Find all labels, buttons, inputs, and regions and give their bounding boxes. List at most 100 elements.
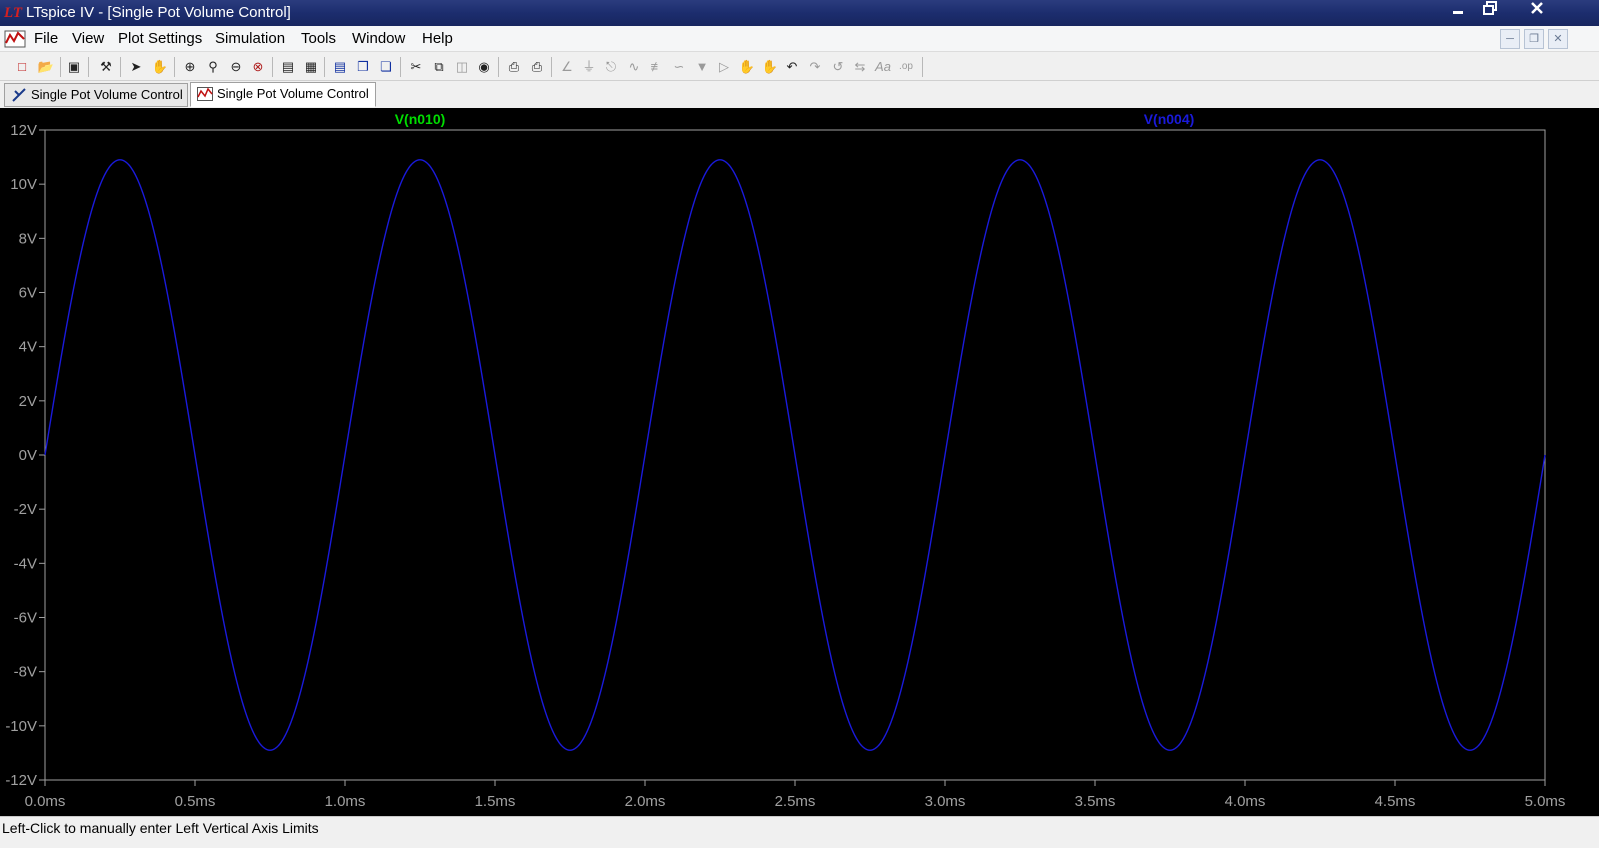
text-icon[interactable]: Aa (873, 57, 893, 77)
menu-window[interactable]: Window (352, 30, 405, 48)
tab-waveform[interactable]: Single Pot Volume Control (190, 82, 376, 107)
mdi-restore-icon[interactable]: ❐ (1524, 29, 1544, 49)
toolbar-separator (60, 57, 61, 77)
y-tick-label: 12V (10, 122, 37, 139)
mdi-close-icon[interactable]: ✕ (1548, 29, 1568, 49)
y-tick-label: 10V (10, 176, 37, 193)
x-tick-label: 2.5ms (775, 793, 816, 810)
x-tick-label: 1.5ms (475, 793, 516, 810)
menu-tools[interactable]: Tools (301, 30, 336, 48)
ground-icon[interactable]: ⏚ (579, 57, 599, 77)
spice-directive-icon[interactable]: .op (896, 57, 916, 77)
toolbar-separator (174, 57, 175, 77)
component-icon[interactable]: ▷ (714, 57, 734, 77)
diode-icon[interactable]: ▼ (692, 57, 712, 77)
redo-icon[interactable]: ↷ (805, 57, 825, 77)
y-tick-label: 4V (19, 339, 37, 356)
ltspice-logo-icon[interactable]: LT (4, 5, 22, 21)
menu-plot-settings[interactable]: Plot Settings (118, 30, 202, 48)
toolbar-separator (922, 57, 923, 77)
y-tick-label: 2V (19, 393, 37, 410)
open-icon[interactable]: 📂 (36, 57, 56, 77)
zoom-out-icon[interactable]: ⊖ (226, 57, 246, 77)
find-icon[interactable]: ◉ (474, 57, 494, 77)
y-tick-label: 0V (19, 447, 37, 464)
status-bar: Left-Click to manually enter Left Vertic… (0, 816, 1599, 848)
tab-schematic[interactable]: Single Pot Volume Control (4, 83, 188, 107)
tile-vertical-icon[interactable]: ❏ (376, 57, 396, 77)
inductor-icon[interactable]: ∽ (669, 57, 689, 77)
x-tick-label: 3.5ms (1075, 793, 1116, 810)
print-icon[interactable]: ⎙ (504, 57, 524, 77)
control-panel-icon[interactable]: ⚒ (96, 57, 116, 77)
y-tick-label: -12V (5, 772, 37, 789)
tile-horizontal-icon[interactable]: ▤ (330, 57, 350, 77)
wire-icon[interactable]: ∠ (557, 57, 577, 77)
waveform-plot[interactable]: 12V 10V 8V 6V 4V 2V 0V -2V -4V -6V -8V -10V -12V 0.0m… (0, 108, 1599, 816)
mirror-icon[interactable]: ⇆ (850, 57, 870, 77)
menu-view[interactable]: View (72, 30, 104, 48)
toolbar-separator (498, 57, 499, 77)
close-icon[interactable] (1516, 0, 1558, 22)
tab-label: Single Pot Volume Control (217, 86, 369, 101)
series-trace (44, 159, 1546, 751)
save-icon[interactable]: ▣ (64, 57, 84, 77)
toolbar-separator (272, 57, 273, 77)
resistor-icon[interactable]: ∿ (624, 57, 644, 77)
label-icon[interactable]: ⎋ (601, 57, 621, 77)
print-setup-icon[interactable]: ⎙ (527, 57, 547, 77)
title-bar: LT LTspice IV - [Single Pot Volume Contr… (0, 0, 1599, 26)
x-tick-label: 0.5ms (175, 793, 216, 810)
y-tick-label: -10V (5, 718, 37, 735)
waveform-icon (197, 87, 213, 101)
legend-label: V(n010) (395, 111, 446, 127)
halt-icon[interactable]: ✋ (150, 57, 170, 77)
menu-file[interactable]: File (34, 30, 58, 48)
toolbar-separator (88, 57, 89, 77)
y-tick-label: 6V (19, 285, 37, 302)
x-tick-label: 4.5ms (1375, 793, 1416, 810)
waveform-doc-icon[interactable] (4, 29, 26, 49)
y-tick-label: -6V (14, 610, 37, 627)
rotate-icon[interactable]: ↺ (828, 57, 848, 77)
copy-icon[interactable]: ⧉ (429, 57, 449, 77)
zoom-fit-icon[interactable]: ⊗ (248, 57, 268, 77)
zoom-in-icon[interactable]: ⊕ (180, 57, 200, 77)
toolbar-separator (551, 57, 552, 77)
x-tick-label: 3.0ms (925, 793, 966, 810)
cascade-icon[interactable]: ❐ (353, 57, 373, 77)
drag-icon[interactable]: ✋ (760, 57, 780, 77)
plot-canvas[interactable]: 12V 10V 8V 6V 4V 2V 0V -2V -4V -6V -8V -10V -12V 0.0m… (0, 108, 1599, 816)
new-schematic-icon[interactable]: □ (12, 57, 32, 77)
cursor-icon[interactable]: ▦ (301, 57, 321, 77)
run-icon[interactable]: ➤ (126, 57, 146, 77)
x-tick-label: 1.0ms (325, 793, 366, 810)
x-tick-label: 0.0ms (25, 793, 66, 810)
cut-icon[interactable]: ✂ (406, 57, 426, 77)
capacitor-icon[interactable]: ≢ (647, 57, 667, 77)
tab-label: Single Pot Volume Control (31, 87, 183, 102)
toolbar-separator (324, 57, 325, 77)
y-tick-label: -2V (14, 501, 37, 518)
menu-simulation[interactable]: Simulation (215, 30, 285, 48)
x-tick-label: 5.0ms (1525, 793, 1566, 810)
x-tick-label: 2.0ms (625, 793, 666, 810)
window-title: LTspice IV - [Single Pot Volume Control] (26, 4, 291, 21)
schematic-icon (12, 88, 26, 102)
x-tick-label: 4.0ms (1225, 793, 1266, 810)
zoom-pan-icon[interactable]: ⚲ (203, 57, 223, 77)
y-tick-label: -8V (14, 664, 37, 681)
menu-bar: File View Plot Settings Simulation Tools… (0, 26, 1599, 52)
undo-icon[interactable]: ↶ (782, 57, 802, 77)
toolbar-separator (400, 57, 401, 77)
autorange-icon[interactable]: ▤ (278, 57, 298, 77)
mdi-minimize-icon[interactable]: ─ (1500, 29, 1520, 49)
move-icon[interactable]: ✋ (737, 57, 757, 77)
toolbar-separator (120, 57, 121, 77)
paste-icon[interactable]: ◫ (452, 57, 472, 77)
y-tick-label: -4V (14, 555, 37, 572)
toolbar: □ 📂 ▣ ⚒ ➤ ✋ ⊕ ⚲ ⊖ ⊗ ▤ ▦ ▤ ❐ ❏ ✂ ⧉ ◫ ◉ ⎙ … (0, 53, 1599, 81)
restore-icon[interactable] (1469, 0, 1511, 22)
menu-help[interactable]: Help (422, 30, 453, 48)
legend-label: V(n004) (1144, 111, 1195, 127)
